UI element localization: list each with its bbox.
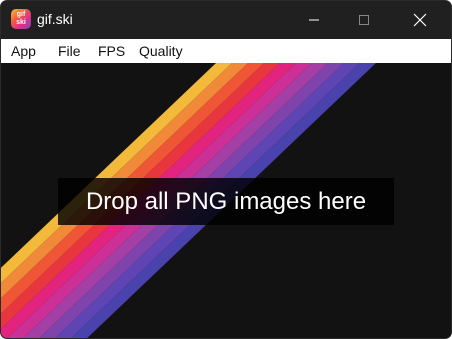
menu-fps[interactable]: FPS — [98, 43, 125, 59]
menu-file[interactable]: File — [58, 43, 81, 59]
close-button[interactable] — [397, 1, 443, 39]
close-icon — [413, 13, 427, 27]
title-bar[interactable]: gif ski gif.ski — [1, 1, 451, 39]
minimize-icon — [309, 19, 319, 21]
menu-app[interactable]: App — [11, 43, 36, 59]
maximize-icon — [359, 15, 369, 25]
minimize-button[interactable] — [291, 1, 337, 39]
app-window: gif ski gif.ski App File FPS Quality Drop… — [0, 0, 452, 339]
gif-ski-logo-icon: gif ski — [11, 9, 31, 29]
menu-bar: App File FPS Quality — [1, 39, 451, 63]
drop-prompt-text: Drop all PNG images here — [85, 187, 367, 215]
menu-quality[interactable]: Quality — [139, 43, 183, 59]
drop-area[interactable]: Drop all PNG images here — [1, 63, 451, 338]
drop-prompt-box: Drop all PNG images here — [58, 178, 394, 225]
window-title: gif.ski — [37, 11, 73, 27]
maximize-button[interactable] — [341, 1, 387, 39]
